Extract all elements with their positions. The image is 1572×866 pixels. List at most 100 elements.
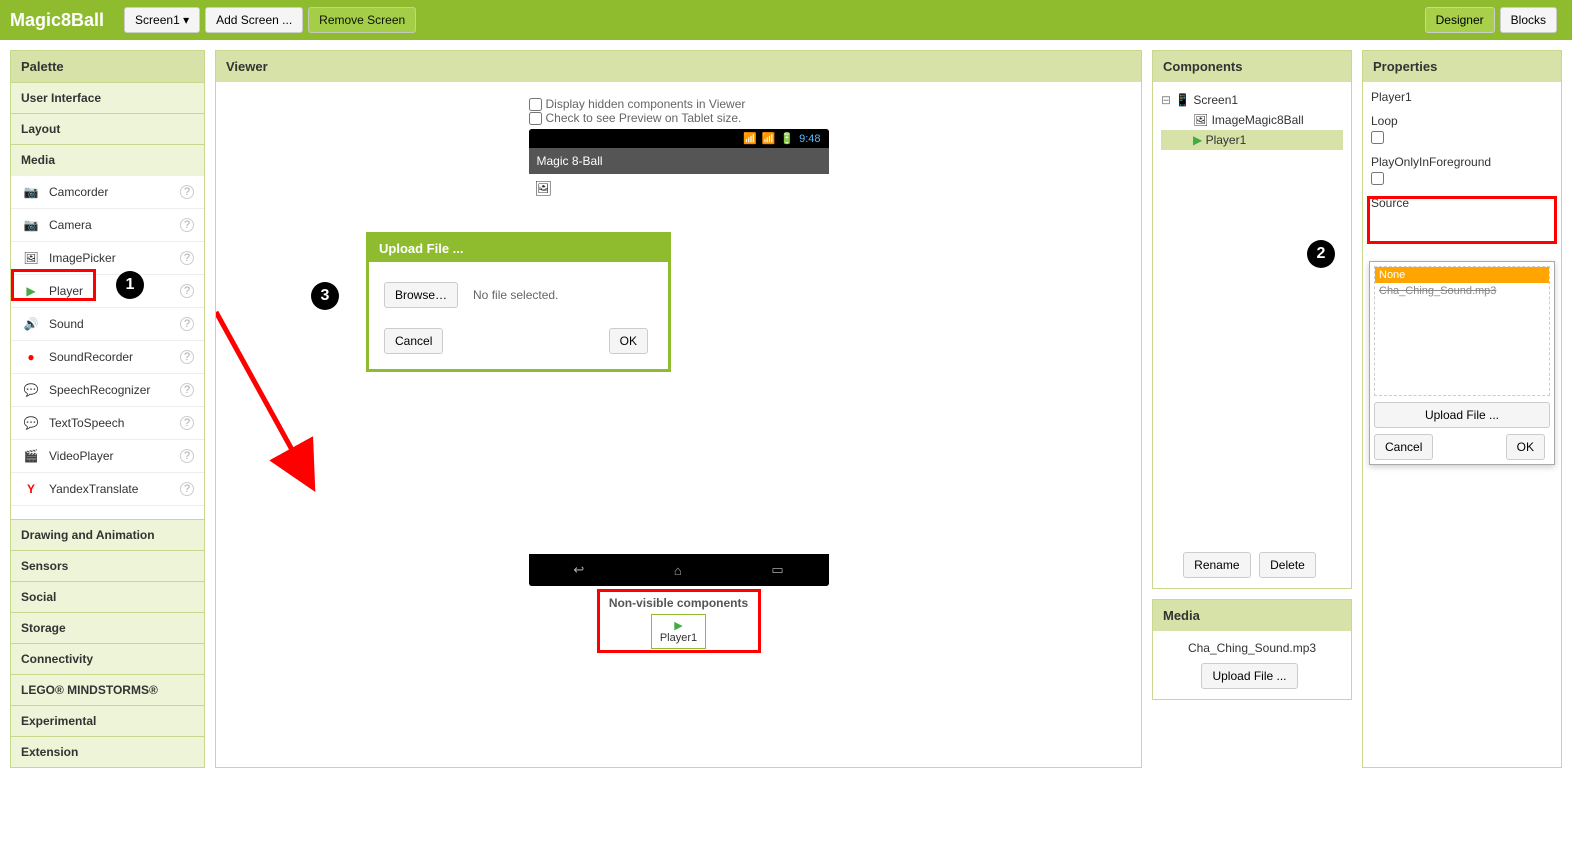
no-file-label: No file selected. bbox=[473, 288, 558, 302]
palette-item-player[interactable]: ▶Player? bbox=[11, 274, 204, 307]
palette-item-tts[interactable]: 💬TextToSpeech? bbox=[11, 406, 204, 439]
palette-item-camera[interactable]: 📷Camera? bbox=[11, 208, 204, 241]
components-panel: Components ⊟📱 Screen1 🖼 ImageMagic8Ball … bbox=[1152, 50, 1352, 589]
foreground-checkbox[interactable] bbox=[1371, 172, 1384, 185]
palette-cat-ui[interactable]: User Interface bbox=[11, 82, 204, 113]
palette-item-camcorder[interactable]: 📷Camcorder? bbox=[11, 175, 204, 208]
battery-icon: 🔋 bbox=[780, 132, 794, 145]
step-1-badge: 1 bbox=[116, 271, 144, 299]
palette-item-videoplayer[interactable]: 🎬VideoPlayer? bbox=[11, 439, 204, 472]
tablet-preview-label: Check to see Preview on Tablet size. bbox=[546, 111, 742, 125]
home-icon: ⌂ bbox=[674, 563, 682, 578]
topbar: Magic8Ball Screen1 ▾ Add Screen ... Remo… bbox=[0, 0, 1572, 40]
palette-panel: Palette User Interface Layout Media 📷Cam… bbox=[10, 50, 205, 768]
signal-icon: 📶 bbox=[762, 132, 776, 145]
loop-checkbox[interactable] bbox=[1371, 131, 1384, 144]
main-area: Palette User Interface Layout Media 📷Cam… bbox=[0, 40, 1572, 778]
help-icon[interactable]: ? bbox=[180, 284, 194, 298]
delete-button[interactable]: Delete bbox=[1259, 552, 1316, 578]
phone-time: 9:48 bbox=[799, 133, 820, 145]
help-icon[interactable]: ? bbox=[180, 185, 194, 199]
wifi-icon: 📶 bbox=[743, 132, 757, 145]
browse-button[interactable]: Browse… bbox=[384, 282, 458, 308]
phone-app-title: Magic 8-Ball bbox=[529, 148, 829, 174]
tree-image[interactable]: 🖼 ImageMagic8Ball bbox=[1161, 110, 1343, 130]
source-label: Source bbox=[1371, 196, 1553, 210]
help-icon[interactable]: ? bbox=[180, 251, 194, 265]
placeholder-image-icon: 🖼 bbox=[535, 180, 553, 196]
back-icon: ↩ bbox=[573, 562, 584, 578]
palette-cat-media[interactable]: Media bbox=[11, 144, 204, 175]
record-icon: ● bbox=[21, 349, 41, 365]
palette-item-soundrecorder[interactable]: ●SoundRecorder? bbox=[11, 340, 204, 373]
palette-cat-connectivity[interactable]: Connectivity bbox=[11, 643, 204, 674]
video-icon: 🎬 bbox=[21, 448, 41, 464]
add-screen-button[interactable]: Add Screen ... bbox=[205, 7, 303, 33]
palette-cat-storage[interactable]: Storage bbox=[11, 612, 204, 643]
source-ok-button[interactable]: OK bbox=[1506, 434, 1545, 460]
tree-screen1[interactable]: ⊟📱 Screen1 bbox=[1161, 90, 1343, 110]
components-tree: ⊟📱 Screen1 🖼 ImageMagic8Ball ▶ Player1 bbox=[1153, 82, 1351, 542]
media-header: Media bbox=[1153, 600, 1351, 631]
phone-statusbar: 📶 📶 🔋 9:48 bbox=[529, 129, 829, 148]
help-icon[interactable]: ? bbox=[180, 350, 194, 364]
yandex-icon: Y bbox=[21, 481, 41, 497]
step-2-badge: 2 bbox=[1307, 240, 1335, 268]
camcorder-icon: 📷 bbox=[21, 184, 41, 200]
palette-item-yandex[interactable]: YYandexTranslate? bbox=[11, 472, 204, 505]
viewer-panel: Viewer Display hidden components in View… bbox=[215, 50, 1142, 768]
palette-cat-lego[interactable]: LEGO® MINDSTORMS® bbox=[11, 674, 204, 705]
screen-selector[interactable]: Screen1 ▾ bbox=[124, 7, 200, 33]
source-option-file[interactable]: Cha_Ching_Sound.mp3 bbox=[1375, 283, 1549, 299]
media-upload-button[interactable]: Upload File ... bbox=[1201, 663, 1297, 689]
remove-screen-button[interactable]: Remove Screen bbox=[308, 7, 416, 33]
help-icon[interactable]: ? bbox=[180, 449, 194, 463]
upload-dialog: Upload File ... Browse… No file selected… bbox=[366, 232, 671, 372]
source-list[interactable]: None Cha_Ching_Sound.mp3 bbox=[1374, 266, 1550, 396]
help-icon[interactable]: ? bbox=[180, 383, 194, 397]
help-icon[interactable]: ? bbox=[180, 317, 194, 331]
palette-item-imagepicker[interactable]: 🖼ImagePicker? bbox=[11, 241, 204, 274]
media-file[interactable]: Cha_Ching_Sound.mp3 bbox=[1163, 641, 1341, 655]
palette-cat-social[interactable]: Social bbox=[11, 581, 204, 612]
palette-cat-experimental[interactable]: Experimental bbox=[11, 705, 204, 736]
component-name-label: Player1 bbox=[1371, 90, 1553, 104]
step-3-badge: 3 bbox=[311, 282, 339, 310]
tts-icon: 💬 bbox=[21, 415, 41, 431]
non-visible-player[interactable]: ▶ Player1 bbox=[651, 614, 706, 649]
phone-navbar: ↩ ⌂ ▭ bbox=[529, 554, 829, 586]
help-icon[interactable]: ? bbox=[180, 416, 194, 430]
play-icon: ▶ bbox=[660, 619, 697, 632]
recent-icon: ▭ bbox=[771, 562, 783, 578]
blocks-tab[interactable]: Blocks bbox=[1500, 7, 1557, 33]
camera-icon: 📷 bbox=[21, 217, 41, 233]
palette-cat-drawing[interactable]: Drawing and Animation bbox=[11, 519, 204, 550]
media-panel: Media Cha_Ching_Sound.mp3 Upload File ..… bbox=[1152, 599, 1352, 700]
properties-header: Properties bbox=[1363, 51, 1561, 82]
palette-header: Palette bbox=[11, 51, 204, 82]
tree-player[interactable]: ▶ Player1 bbox=[1161, 130, 1343, 150]
play-icon: ▶ bbox=[21, 283, 41, 299]
source-upload-button[interactable]: Upload File ... bbox=[1374, 402, 1550, 428]
help-icon[interactable]: ? bbox=[180, 482, 194, 496]
help-icon[interactable]: ? bbox=[180, 218, 194, 232]
components-header: Components bbox=[1153, 51, 1351, 82]
source-cancel-button[interactable]: Cancel bbox=[1374, 434, 1433, 460]
palette-item-sound[interactable]: 🔊Sound? bbox=[11, 307, 204, 340]
non-visible-label: Non-visible components bbox=[609, 596, 748, 610]
rename-button[interactable]: Rename bbox=[1183, 552, 1250, 578]
tablet-preview-checkbox[interactable] bbox=[529, 112, 542, 125]
show-hidden-label: Display hidden components in Viewer bbox=[546, 97, 746, 111]
show-hidden-checkbox[interactable] bbox=[529, 98, 542, 111]
palette-cat-sensors[interactable]: Sensors bbox=[11, 550, 204, 581]
palette-cat-layout[interactable]: Layout bbox=[11, 113, 204, 144]
palette-cat-extension[interactable]: Extension bbox=[11, 736, 204, 767]
designer-tab[interactable]: Designer bbox=[1425, 7, 1495, 33]
speech-icon: 💬 bbox=[21, 382, 41, 398]
source-dropdown: None Cha_Ching_Sound.mp3 Upload File ...… bbox=[1369, 261, 1555, 465]
sound-icon: 🔊 bbox=[21, 316, 41, 332]
upload-cancel-button[interactable]: Cancel bbox=[384, 328, 443, 354]
source-option-none[interactable]: None bbox=[1375, 267, 1549, 283]
palette-item-speechrecognizer[interactable]: 💬SpeechRecognizer? bbox=[11, 373, 204, 406]
upload-ok-button[interactable]: OK bbox=[609, 328, 648, 354]
